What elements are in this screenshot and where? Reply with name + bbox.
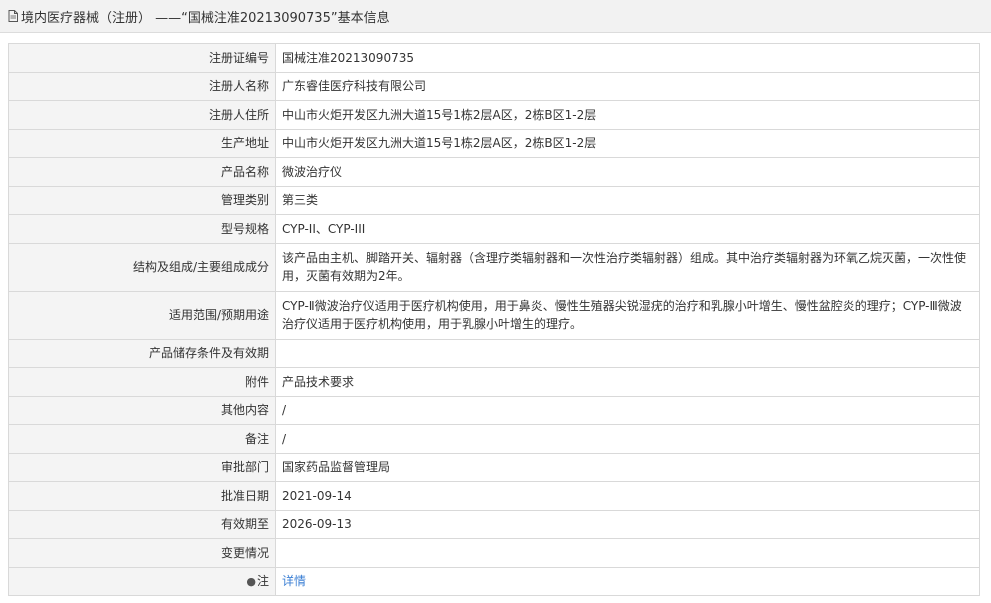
note-value-cell: 详情 — [275, 566, 980, 596]
field-value: 国械注准20213090735 — [275, 43, 980, 73]
field-label: 其他内容 — [8, 395, 276, 425]
field-value: 中山市火炬开发区九洲大道15号1栋2层A区，2栋B区1-2层 — [275, 100, 980, 130]
page-title-bar: 境内医疗器械（注册） ——“国械注准20213090735”基本信息 — [0, 0, 991, 33]
row-note: ●注 详情 — [8, 566, 980, 596]
row-management-class: 管理类别 第三类 — [8, 185, 980, 215]
row-attachment: 附件 产品技术要求 — [8, 367, 980, 397]
field-label: 适用范围/预期用途 — [8, 290, 276, 340]
row-production-address: 生产地址 中山市火炬开发区九洲大道15号1栋2层A区，2栋B区1-2层 — [8, 128, 980, 158]
row-registrant-name: 注册人名称 广东睿佳医疗科技有限公司 — [8, 71, 980, 101]
details-link[interactable]: 详情 — [282, 574, 306, 588]
field-label: 产品储存条件及有效期 — [8, 338, 276, 368]
field-value: 产品技术要求 — [275, 367, 980, 397]
field-label: 管理类别 — [8, 185, 276, 215]
row-registration-number: 注册证编号 国械注准20213090735 — [8, 43, 980, 73]
field-value: 第三类 — [275, 185, 980, 215]
row-valid-until: 有效期至 2026-09-13 — [8, 509, 980, 539]
row-model-spec: 型号规格 CYP-II、CYP-III — [8, 214, 980, 244]
note-label: 注 — [256, 573, 269, 588]
field-value: 2021-09-14 — [275, 481, 980, 511]
page-title: 境内医疗器械（注册） ——“国械注准20213090735”基本信息 — [21, 10, 390, 26]
field-label: 备注 — [8, 424, 276, 454]
field-label: 注册人名称 — [8, 71, 276, 101]
field-value: 该产品由主机、脚踏开关、辐射器（含理疗类辐射器和一次性治疗类辐射器）组成。其中治… — [275, 242, 980, 292]
field-label: 注册人住所 — [8, 100, 276, 130]
row-approval-department: 审批部门 国家药品监督管理局 — [8, 452, 980, 482]
document-icon — [8, 10, 18, 22]
row-registrant-address: 注册人住所 中山市火炬开发区九洲大道15号1栋2层A区，2栋B区1-2层 — [8, 100, 980, 130]
field-value: CYP-Ⅱ微波治疗仪适用于医疗机构使用，用于鼻炎、慢性生殖器尖锐湿疣的治疗和乳腺… — [275, 290, 980, 340]
field-value: 微波治疗仪 — [275, 157, 980, 187]
field-value: / — [275, 395, 980, 425]
row-change-history: 变更情况 — [8, 538, 980, 568]
field-label: 结构及组成/主要组成成分 — [8, 242, 276, 292]
row-remarks: 备注 / — [8, 424, 980, 454]
note-label-cell: ●注 — [8, 566, 276, 596]
row-other-content: 其他内容 / — [8, 395, 980, 425]
row-approval-date: 批准日期 2021-09-14 — [8, 481, 980, 511]
field-value: / — [275, 424, 980, 454]
field-value: 国家药品监督管理局 — [275, 452, 980, 482]
row-product-name: 产品名称 微波治疗仪 — [8, 157, 980, 187]
row-structure-composition: 结构及组成/主要组成成分 该产品由主机、脚踏开关、辐射器（含理疗类辐射器和一次性… — [8, 242, 980, 292]
field-label: 有效期至 — [8, 509, 276, 539]
row-storage-conditions: 产品储存条件及有效期 — [8, 338, 980, 368]
field-value: 中山市火炬开发区九洲大道15号1栋2层A区，2栋B区1-2层 — [275, 128, 980, 158]
field-value: CYP-II、CYP-III — [275, 214, 980, 244]
field-label: 批准日期 — [8, 481, 276, 511]
row-intended-use: 适用范围/预期用途 CYP-Ⅱ微波治疗仪适用于医疗机构使用，用于鼻炎、慢性生殖器… — [8, 290, 980, 340]
field-value — [275, 338, 980, 368]
field-label: 生产地址 — [8, 128, 276, 158]
field-label: 审批部门 — [8, 452, 276, 482]
field-value — [275, 538, 980, 568]
field-value: 2026-09-13 — [275, 509, 980, 539]
field-value: 广东睿佳医疗科技有限公司 — [275, 71, 980, 101]
field-label: 注册证编号 — [8, 43, 276, 73]
field-label: 附件 — [8, 367, 276, 397]
detail-table: 注册证编号 国械注准20213090735 注册人名称 广东睿佳医疗科技有限公司… — [8, 43, 980, 596]
lightbulb-icon: ● — [246, 574, 256, 588]
field-label: 变更情况 — [8, 538, 276, 568]
field-label: 型号规格 — [8, 214, 276, 244]
detail-panel: 注册证编号 国械注准20213090735 注册人名称 广东睿佳医疗科技有限公司… — [8, 43, 980, 596]
field-label: 产品名称 — [8, 157, 276, 187]
